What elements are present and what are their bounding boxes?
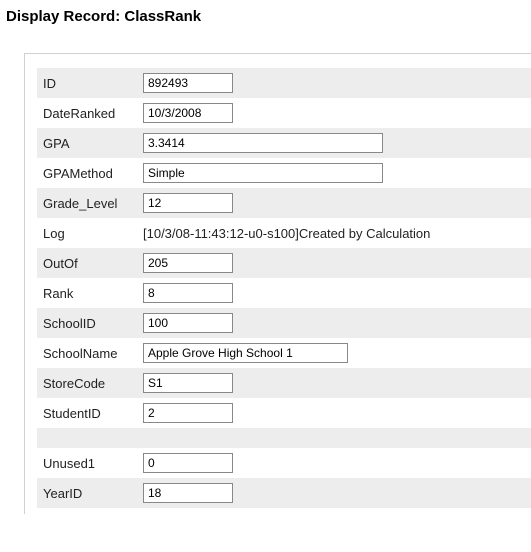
field-label-school-name: SchoolName (43, 346, 143, 361)
field-row-year-id: YearID (37, 478, 531, 508)
field-row-gpa: GPA (37, 128, 531, 158)
rank-input[interactable] (143, 283, 233, 303)
store-code-input[interactable] (143, 373, 233, 393)
field-row-school-id: SchoolID (37, 308, 531, 338)
field-label-rank: Rank (43, 286, 143, 301)
field-row-date-ranked: DateRanked (37, 98, 531, 128)
unused1-input[interactable] (143, 453, 233, 473)
field-label-grade-level: Grade_Level (43, 196, 143, 211)
field-row-rank: Rank (37, 278, 531, 308)
field-label-gpa: GPA (43, 136, 143, 151)
blank-row (37, 428, 531, 448)
gpa-method-input[interactable] (143, 163, 383, 183)
field-row-id: ID (37, 68, 531, 98)
field-label-year-id: YearID (43, 486, 143, 501)
gpa-input[interactable] (143, 133, 383, 153)
field-label-store-code: StoreCode (43, 376, 143, 391)
id-input[interactable] (143, 73, 233, 93)
grade-level-input[interactable] (143, 193, 233, 213)
field-row-unused1: Unused1 (37, 448, 531, 478)
field-row-out-of: OutOf (37, 248, 531, 278)
field-label-log: Log (43, 226, 143, 241)
field-row-store-code: StoreCode (37, 368, 531, 398)
school-name-input[interactable] (143, 343, 348, 363)
field-label-unused1: Unused1 (43, 456, 143, 471)
date-ranked-input[interactable] (143, 103, 233, 123)
year-id-input[interactable] (143, 483, 233, 503)
field-label-gpa-method: GPAMethod (43, 166, 143, 181)
field-label-date-ranked: DateRanked (43, 106, 143, 121)
field-label-school-id: SchoolID (43, 316, 143, 331)
out-of-input[interactable] (143, 253, 233, 273)
field-row-school-name: SchoolName (37, 338, 531, 368)
field-label-student-id: StudentID (43, 406, 143, 421)
field-row-log: Log [10/3/08-11:43:12-u0-s100]Created by… (37, 218, 531, 248)
field-row-student-id: StudentID (37, 398, 531, 428)
field-label-out-of: OutOf (43, 256, 143, 271)
log-text: [10/3/08-11:43:12-u0-s100]Created by Cal… (143, 226, 430, 241)
field-row-gpa-method: GPAMethod (37, 158, 531, 188)
record-panel: ID DateRanked GPA GPAMethod Grade_Level … (24, 53, 531, 514)
page-title: Display Record: ClassRank (6, 8, 531, 25)
student-id-input[interactable] (143, 403, 233, 423)
field-row-grade-level: Grade_Level (37, 188, 531, 218)
field-label-id: ID (43, 76, 143, 91)
school-id-input[interactable] (143, 313, 233, 333)
